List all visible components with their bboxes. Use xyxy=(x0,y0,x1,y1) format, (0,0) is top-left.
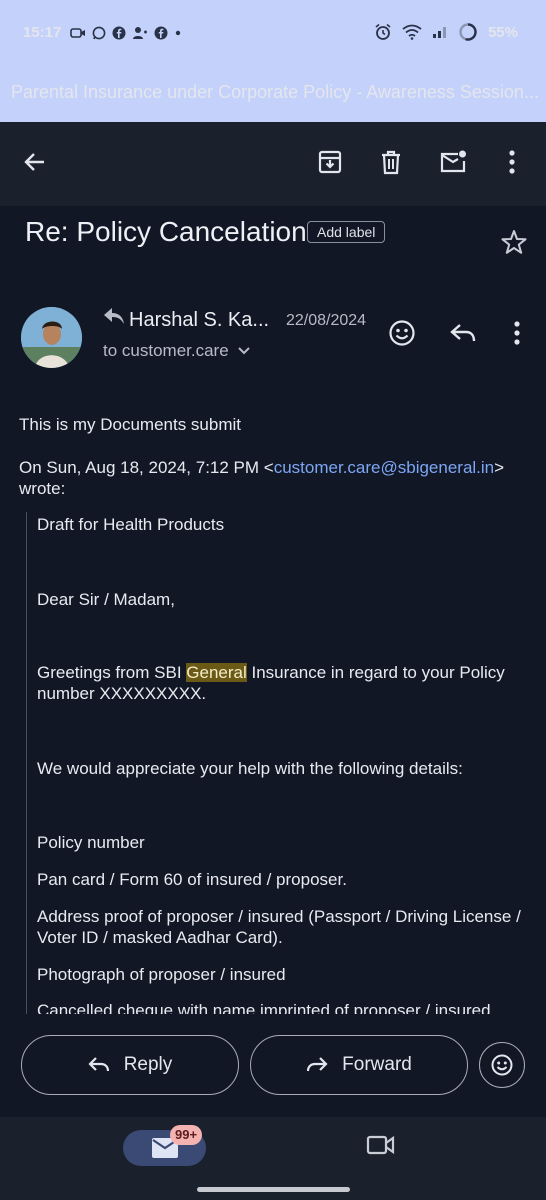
reply-icon xyxy=(450,324,476,342)
sender-name[interactable]: Harshal S. Ka... xyxy=(129,309,269,332)
mark-unread-button[interactable] xyxy=(431,140,475,184)
quoted-line: Cancelled cheque with name imprinted of … xyxy=(37,1001,491,1014)
replied-indicator xyxy=(102,305,126,332)
reply-label: Reply xyxy=(123,1054,173,1075)
trash-icon xyxy=(382,150,400,175)
quote-header-wrote: wrote: xyxy=(19,479,66,498)
recipient-text: to customer.care xyxy=(103,341,229,360)
alarm-icon xyxy=(375,23,391,40)
archive-icon xyxy=(318,150,342,174)
gesture-home-bar[interactable] xyxy=(197,1187,350,1192)
battery-percent: 55% xyxy=(487,23,518,41)
arrow-back-icon xyxy=(24,153,44,171)
back-button[interactable] xyxy=(13,140,57,184)
facebook-icon-2 xyxy=(154,26,168,40)
reply-arrow-icon xyxy=(104,308,124,324)
email-body: This is my Documents submit On Sun, Aug … xyxy=(0,406,546,1014)
reply-icon xyxy=(88,1057,109,1072)
wifi-icon xyxy=(402,24,422,40)
message-more-button[interactable] xyxy=(497,313,537,353)
email-date: 22/08/2024 xyxy=(286,312,367,329)
more-vert-icon xyxy=(514,321,520,345)
quote-bar xyxy=(26,512,27,1014)
video-camera-icon xyxy=(366,1135,395,1155)
body-intro: This is my Documents submit xyxy=(19,415,241,434)
unread-count-badge: 99+ xyxy=(170,1125,203,1145)
quote-header-suffix: > xyxy=(494,458,505,477)
star-icon xyxy=(501,230,527,254)
status-time: 15:17 xyxy=(23,24,62,41)
recipients-toggle[interactable]: to customer.care xyxy=(103,341,251,361)
quote-email-link[interactable]: customer.care@sbigeneral.in xyxy=(274,458,494,477)
video-call-icon xyxy=(70,28,85,38)
emoji-reaction-button[interactable] xyxy=(479,1042,525,1088)
emoji-icon xyxy=(491,1054,513,1076)
forward-button[interactable]: Forward xyxy=(250,1035,468,1095)
chevron-down-icon xyxy=(237,347,250,355)
mark-unread-icon xyxy=(440,150,466,173)
archive-button[interactable] xyxy=(308,140,352,184)
react-emoji-button[interactable] xyxy=(382,313,422,353)
quoted-line: Photograph of proposer / insured xyxy=(37,965,286,984)
reply-button[interactable]: Reply xyxy=(21,1035,239,1095)
notification-text[interactable]: Parental Insurance under Corporate Polic… xyxy=(11,82,541,103)
forward-label: Forward xyxy=(342,1054,412,1075)
status-notification-icons xyxy=(70,25,182,41)
quoted-line: We would appreciate your help with the f… xyxy=(37,759,463,778)
more-notifications-dot-icon xyxy=(175,30,181,36)
greeting-text-a: Greetings from SBI xyxy=(37,663,187,682)
quoted-line: Dear Sir / Madam, xyxy=(37,590,175,609)
quoted-line: Policy number xyxy=(37,833,145,852)
delete-button[interactable] xyxy=(369,140,413,184)
reply-icon-button[interactable] xyxy=(443,313,483,353)
status-system-icons: 55% xyxy=(374,22,518,42)
battery-ring-icon xyxy=(459,23,477,41)
quote-header-prefix: On Sun, Aug 18, 2024, 7:12 PM < xyxy=(19,458,274,477)
whatsapp-icon xyxy=(92,26,106,40)
add-label-button[interactable]: Add label xyxy=(307,221,386,243)
more-options-button[interactable] xyxy=(490,140,534,184)
forward-icon xyxy=(307,1057,328,1072)
avatar-photo xyxy=(21,307,82,368)
quoted-greeting: Greetings from SBI General Insurance in … xyxy=(37,662,527,704)
quoted-line: Pan card / Form 60 of insured / proposer… xyxy=(37,870,347,889)
more-vert-icon xyxy=(509,150,515,174)
quoted-line: Draft for Health Products xyxy=(37,515,225,534)
facebook-icon xyxy=(112,26,126,40)
search-highlight: General xyxy=(186,663,247,682)
star-button[interactable] xyxy=(500,228,530,258)
emoji-icon xyxy=(389,320,415,346)
quote-header: On Sun, Aug 18, 2024, 7:12 PM <customer.… xyxy=(19,457,529,499)
email-subject: Re: Policy Cancelation xyxy=(25,216,307,247)
sender-avatar[interactable] xyxy=(21,307,82,368)
contacts-icon xyxy=(133,27,147,39)
quoted-line: Address proof of proposer / insured (Pas… xyxy=(37,907,521,947)
nav-meet-tab[interactable] xyxy=(366,1133,396,1162)
signal-icon xyxy=(432,27,446,38)
